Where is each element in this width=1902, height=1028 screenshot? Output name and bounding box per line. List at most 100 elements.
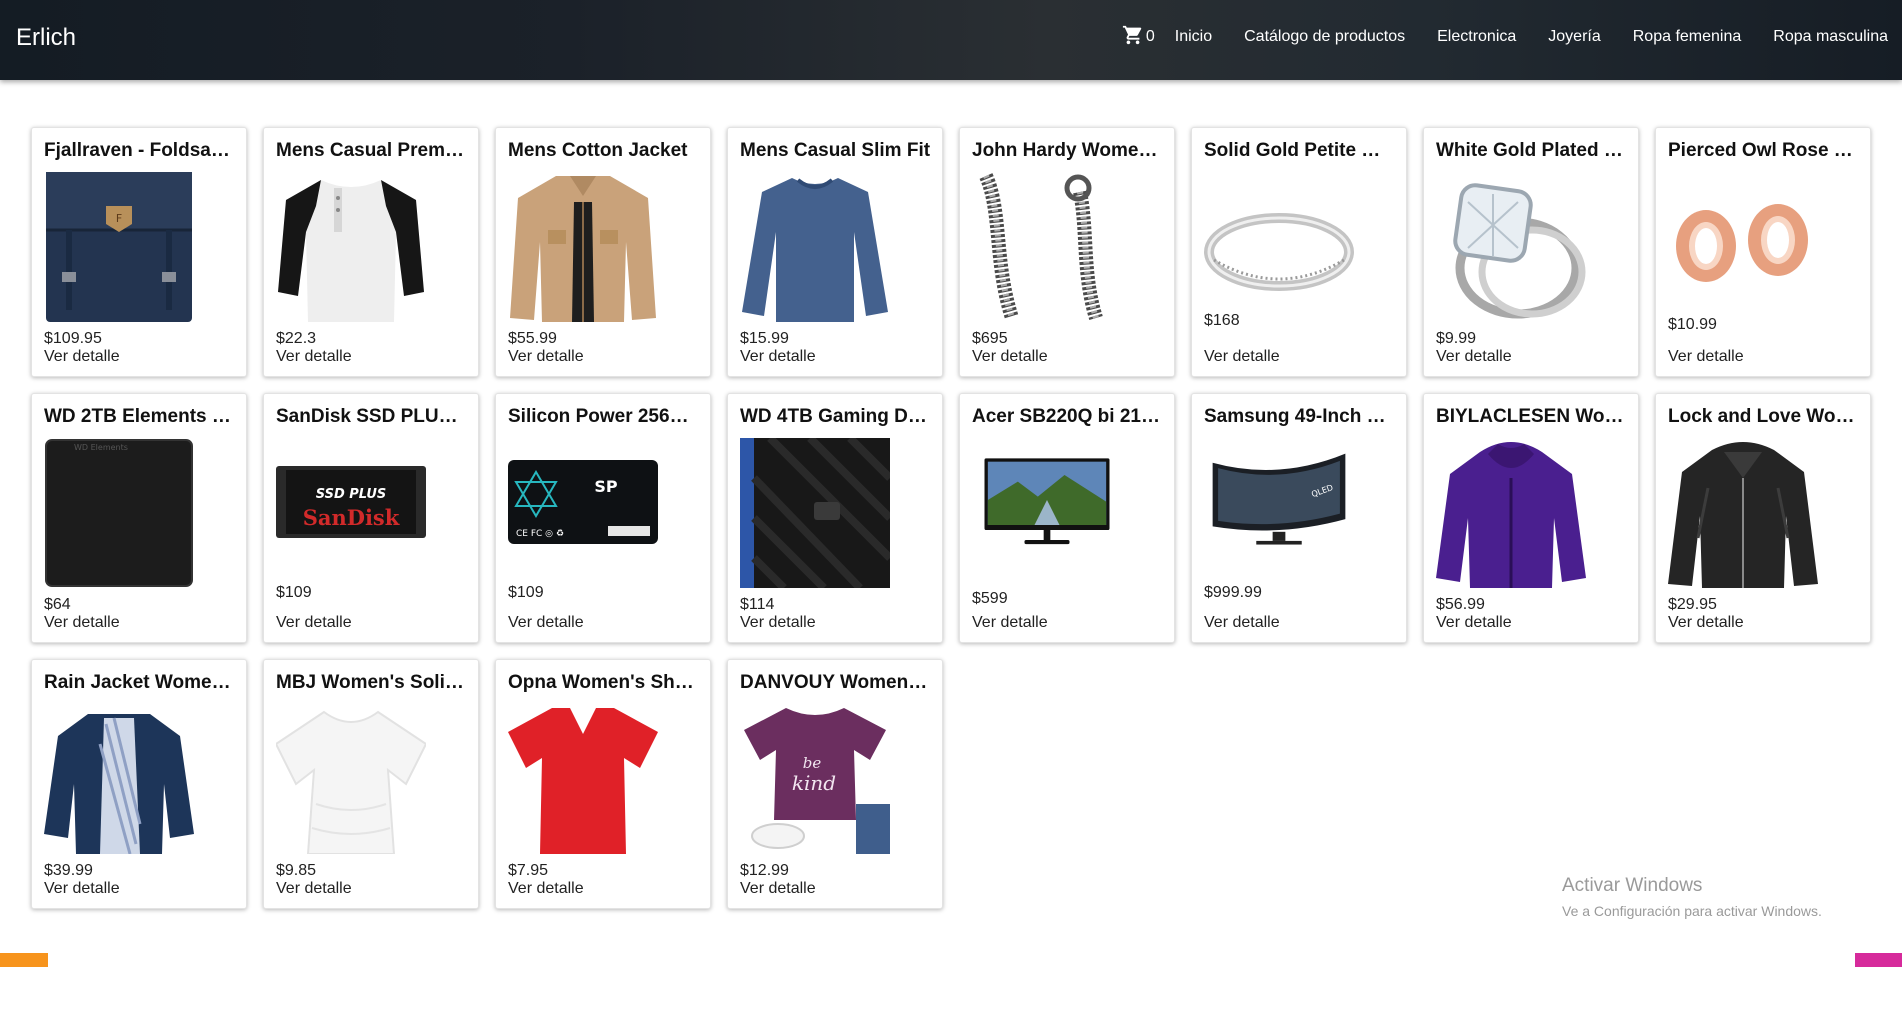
ver-detalle-link[interactable]: Ver detalle — [1668, 348, 1744, 366]
product-card[interactable]: Rain Jacket Women Windbreaker $39.99Ver d… — [31, 659, 247, 909]
ver-detalle-link[interactable]: Ver detalle — [1204, 348, 1280, 366]
product-card[interactable]: MBJ Women's Solid Short Sleeve $9.85Ver d… — [263, 659, 479, 909]
nav-electronica[interactable]: Electronica — [1437, 28, 1516, 46]
product-card[interactable]: Solid Gold Petite Micropave $168 Ver detal… — [1191, 127, 1407, 377]
product-title: DANVOUY Womens T Shirt Casual — [740, 672, 931, 693]
product-card[interactable]: Opna Women's Short Sleeve Moisture $7.95V… — [495, 659, 711, 909]
card-footer: $39.99 Ver detalle — [44, 862, 120, 898]
product-title: John Hardy Women's Legends Naga Bracelet — [972, 140, 1163, 161]
ver-detalle-link[interactable]: Ver detalle — [508, 614, 584, 632]
product-title: Acer SB220Q bi 21.5 inches Full HD — [972, 406, 1163, 427]
ver-detalle-link[interactable]: Ver detalle — [1436, 614, 1512, 632]
svg-text:SSD PLUS: SSD PLUS — [316, 487, 387, 502]
nav-catalogo[interactable]: Catálogo de productos — [1244, 28, 1405, 46]
card-footer: $599 Ver detalle — [972, 590, 1048, 632]
card-footer: $9.99 Ver detalle — [1436, 330, 1512, 366]
longsleeve-icon — [740, 172, 890, 322]
cart-button[interactable]: 0 — [1122, 24, 1155, 51]
product-price: $29.95 — [1668, 596, 1717, 613]
product-title: Mens Casual Premium Slim Fit T-Shirts — [276, 140, 467, 161]
product-card[interactable]: Acer SB220Q bi 21.5 inches Full HD $599 Ve… — [959, 393, 1175, 643]
purple-tee-icon: be kind — [740, 704, 890, 854]
product-title: Opna Women's Short Sleeve Moisture — [508, 672, 699, 693]
product-card[interactable]: Pierced Owl Rose Gold Plated Tunnel Plug… — [1655, 127, 1871, 377]
ver-detalle-link[interactable]: Ver detalle — [740, 348, 816, 366]
product-price: $9.85 — [276, 862, 317, 879]
product-card[interactable]: SanDisk SSD PLUS 1TB Internal SSD SSD PLU… — [263, 393, 479, 643]
ver-detalle-link[interactable]: Ver detalle — [1204, 614, 1280, 632]
ver-detalle-link[interactable]: Ver detalle — [44, 348, 120, 366]
product-card[interactable]: DANVOUY Womens T Shirt Casual bekind $12.9… — [727, 659, 943, 909]
ver-detalle-link[interactable]: Ver detalle — [508, 348, 584, 366]
ssd-sp-icon: SP CE FC ◎ ♻ — [508, 452, 658, 602]
product-card[interactable]: WD 2TB Elements Portable Hard Drive WD El… — [31, 393, 247, 643]
ver-detalle-link[interactable]: Ver detalle — [44, 614, 120, 632]
ver-detalle-link[interactable]: Ver detalle — [276, 880, 352, 898]
product-price: $114 — [740, 596, 775, 613]
diamond-ring-icon — [1436, 172, 1586, 322]
monitor-icon — [972, 450, 1122, 600]
card-footer: $9.85 Ver detalle — [276, 862, 352, 898]
card-footer: $7.95 Ver detalle — [508, 862, 584, 898]
watermark-subtitle: Ve a Configuración para activar Windows. — [1562, 903, 1822, 919]
product-card[interactable]: WD 4TB Gaming Drive $114 Ver detalle — [727, 393, 943, 643]
svg-text:SP: SP — [594, 477, 618, 496]
product-title: Solid Gold Petite Micropave — [1204, 140, 1395, 161]
product-grid: Fjallraven - Foldsack No. 1 Backpack F $10… — [31, 127, 1876, 909]
product-card[interactable]: Mens Casual Slim Fit $15.99 Ver detalle — [727, 127, 943, 377]
white-top-icon — [274, 704, 428, 855]
nav-ropa-femenina[interactable]: Ropa femenina — [1633, 28, 1742, 46]
product-price: $12.99 — [740, 862, 789, 879]
product-price: $15.99 — [740, 330, 789, 347]
product-price: $55.99 — [508, 330, 557, 347]
cart-count: 0 — [1145, 28, 1155, 45]
product-card[interactable]: Mens Casual Premium Slim Fit T-Shirts $22… — [263, 127, 479, 377]
product-price: $109 — [276, 584, 312, 601]
ver-detalle-link[interactable]: Ver detalle — [1668, 614, 1744, 632]
product-price: $168 — [1204, 312, 1240, 329]
red-tee-icon — [508, 704, 658, 854]
product-price: $599 — [972, 590, 1008, 607]
product-card[interactable]: Lock and Love Women's Removable Hooded J… — [1655, 393, 1871, 643]
ver-detalle-link[interactable]: Ver detalle — [972, 614, 1048, 632]
backpack-icon: F — [44, 172, 194, 322]
product-card[interactable]: Silicon Power 256GB SSD SP CE FC ◎ ♻ $109 Ve… — [495, 393, 711, 643]
product-card[interactable]: White Gold Plated Princess $9.99Ver detal… — [1423, 127, 1639, 377]
card-footer: $56.99 Ver detalle — [1436, 596, 1512, 632]
ssd-sandisk-icon: SSD PLUS SanDisk — [276, 452, 426, 602]
hard-drive-icon: WD Elements — [44, 438, 194, 588]
ver-detalle-link[interactable]: Ver detalle — [1436, 348, 1512, 366]
card-footer: $15.99 Ver detalle — [740, 330, 816, 366]
navbar: Erlich 0 Inicio Catálogo de productos El… — [0, 0, 1902, 80]
product-card[interactable]: Fjallraven - Foldsack No. 1 Backpack F $10… — [31, 127, 247, 377]
ver-detalle-link[interactable]: Ver detalle — [508, 880, 584, 898]
product-title: Samsung 49-Inch CHG90 Curved Gaming Moni… — [1204, 406, 1395, 427]
ver-detalle-link[interactable]: Ver detalle — [972, 348, 1048, 366]
card-footer: $695 Ver detalle — [972, 330, 1048, 366]
product-card[interactable]: Samsung 49-Inch CHG90 Curved Gaming Moni… — [1191, 393, 1407, 643]
product-price: $39.99 — [44, 862, 93, 879]
windows-watermark: Activar Windows Ve a Configuración para … — [1562, 875, 1822, 919]
card-footer: $55.99 Ver detalle — [508, 330, 584, 366]
product-price: $22.3 — [276, 330, 317, 347]
card-footer: $168 Ver detalle — [1204, 312, 1280, 366]
ver-detalle-link[interactable]: Ver detalle — [44, 880, 120, 898]
ver-detalle-link[interactable]: Ver detalle — [276, 614, 352, 632]
nav-inicio[interactable]: Inicio — [1175, 28, 1212, 46]
ver-detalle-link[interactable]: Ver detalle — [276, 348, 352, 366]
product-price: $56.99 — [1436, 596, 1485, 613]
brand-logo[interactable]: Erlich — [16, 24, 76, 52]
ver-detalle-link[interactable]: Ver detalle — [740, 614, 816, 632]
product-title: Lock and Love Women's Removable Hooded J… — [1668, 406, 1859, 427]
product-title: Fjallraven - Foldsack No. 1 Backpack — [44, 140, 235, 161]
cotton-jacket-icon — [508, 172, 658, 322]
product-card[interactable]: John Hardy Women's Legends Naga Bracelet… — [959, 127, 1175, 377]
svg-text:WD Elements: WD Elements — [74, 443, 128, 452]
rain-jacket-icon — [44, 704, 194, 855]
product-card[interactable]: BIYLACLESEN Women's 3-in-1 Snowboard Jac… — [1423, 393, 1639, 643]
purple-jacket-icon — [1436, 438, 1586, 588]
product-card[interactable]: Mens Cotton Jacket $55.99 Ver detalle — [495, 127, 711, 377]
nav-joyeria[interactable]: Joyería — [1548, 28, 1600, 46]
ver-detalle-link[interactable]: Ver detalle — [740, 880, 816, 898]
nav-ropa-masculina[interactable]: Ropa masculina — [1773, 28, 1888, 46]
